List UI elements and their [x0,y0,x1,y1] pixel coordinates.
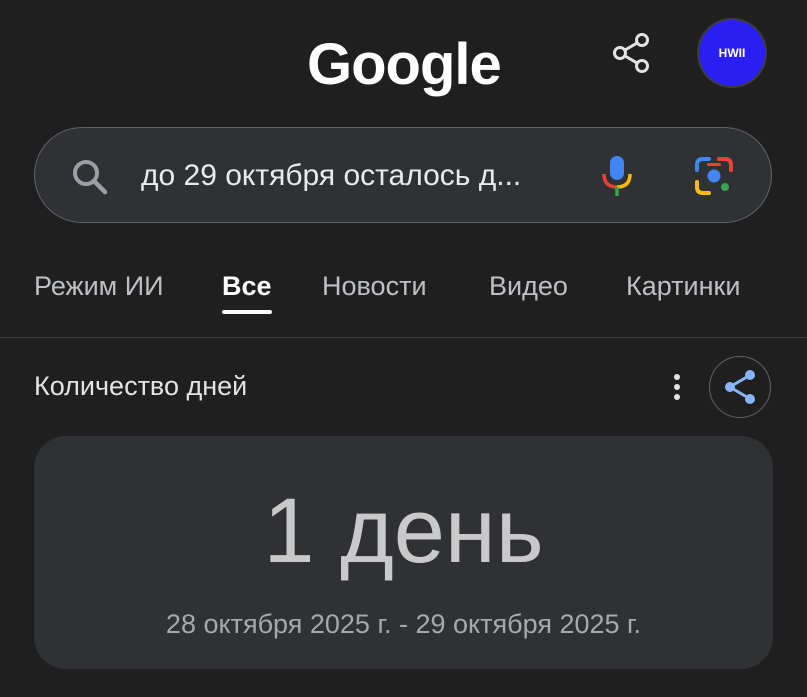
tab-all[interactable]: Все [222,268,272,304]
search-box[interactable]: до 29 октября осталось д... [34,127,772,223]
tab-images[interactable]: Картинки [626,268,740,304]
search-input[interactable]: до 29 октября осталось д... [141,156,561,196]
day-count-value: 1 день [263,480,544,582]
share-icon [613,33,649,73]
search-results-page: Google HWII до 29 октября осталось д... [0,0,807,697]
tab-video[interactable]: Видео [489,268,568,304]
more-vert-icon [674,374,680,400]
result-share-button[interactable] [709,356,771,418]
search-tabs: Режим ИИ Все Новости Видео Картинки [0,258,807,318]
tabs-divider [0,337,807,338]
active-tab-indicator [222,310,272,314]
result-title: Количество дней [34,371,248,401]
date-range: 28 октября 2025 г. - 29 октября 2025 г. [165,609,642,639]
header-share-button[interactable] [608,30,654,76]
lens-icon[interactable] [694,156,734,196]
mic-icon[interactable] [599,154,635,198]
tab-news[interactable]: Новости [322,268,427,304]
search-icon [73,160,108,195]
tab-ai-mode[interactable]: Режим ИИ [34,268,164,304]
account-avatar[interactable]: HWII [699,20,765,86]
share-icon [725,370,755,404]
google-logo[interactable]: Google [307,30,502,100]
more-options-button[interactable] [662,366,692,408]
day-count-card: 1 день 28 октября 2025 г. - 29 октября 2… [34,436,773,669]
